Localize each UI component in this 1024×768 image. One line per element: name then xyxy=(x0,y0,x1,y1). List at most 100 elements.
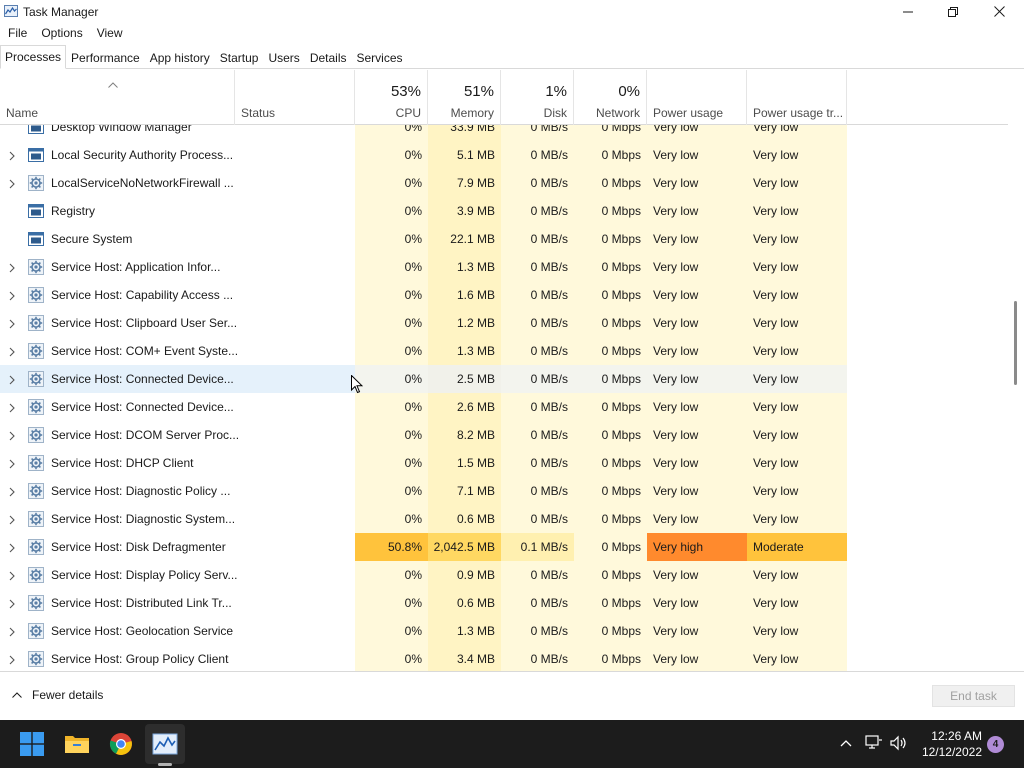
minimize-button[interactable] xyxy=(885,0,931,23)
fewer-details-button[interactable]: Fewer details xyxy=(12,688,103,702)
cell-trend: Very low xyxy=(747,561,847,589)
tab-startup[interactable]: Startup xyxy=(215,46,264,68)
menu-file[interactable]: File xyxy=(0,23,33,43)
service-gear-icon xyxy=(28,371,44,387)
cell-cpu: 0% xyxy=(355,253,428,281)
column-power-header[interactable]: Power usage xyxy=(647,70,747,125)
process-row[interactable]: Service Host: Clipboard User Ser... 0% 1.2… xyxy=(0,309,847,337)
process-row[interactable]: Service Host: DHCP Client 0% 1.5 MB 0 MB/s 0… xyxy=(0,449,847,477)
process-row[interactable]: Service Host: Application Infor... 0% 1.3 … xyxy=(0,253,847,281)
expand-chevron-icon[interactable] xyxy=(8,458,16,469)
network-icon[interactable] xyxy=(865,735,883,751)
cell-trend: Very low xyxy=(747,169,847,197)
tab-performance[interactable]: Performance xyxy=(66,46,145,68)
process-row[interactable]: Service Host: Distributed Link Tr... 0% 0.… xyxy=(0,589,847,617)
tab-processes[interactable]: Processes xyxy=(0,45,67,69)
service-gear-icon xyxy=(28,399,44,415)
process-row[interactable]: Service Host: Display Policy Serv... 0% 0.… xyxy=(0,561,847,589)
cell-power: Very high xyxy=(647,533,747,561)
cell-cpu: 0% xyxy=(355,169,428,197)
expand-chevron-icon[interactable] xyxy=(8,318,16,329)
cell-disk: 0 MB/s xyxy=(501,505,574,533)
disk-total: 1% xyxy=(545,83,567,100)
column-memory-header[interactable]: 51% Memory xyxy=(428,70,501,125)
expand-chevron-icon[interactable] xyxy=(8,486,16,497)
cell-disk: 0 MB/s xyxy=(501,421,574,449)
expand-chevron-icon[interactable] xyxy=(8,598,16,609)
column-cpu-header[interactable]: 53% CPU xyxy=(355,70,428,125)
cell-trend: Very low xyxy=(747,393,847,421)
cell-power: Very low xyxy=(647,281,747,309)
service-gear-icon xyxy=(28,511,44,527)
scrollbar-thumb[interactable] xyxy=(1014,301,1017,385)
process-row[interactable]: Service Host: Disk Defragmenter 50.8% 2,04… xyxy=(0,533,847,561)
restore-button[interactable] xyxy=(930,0,976,23)
process-window-icon xyxy=(28,203,44,219)
menu-options[interactable]: Options xyxy=(33,23,88,43)
cell-cpu: 0% xyxy=(355,337,428,365)
expand-chevron-icon[interactable] xyxy=(8,654,16,665)
file-explorer-button[interactable] xyxy=(61,728,93,760)
expand-chevron-icon[interactable] xyxy=(8,542,16,553)
tab-app-history[interactable]: App history xyxy=(145,46,215,68)
show-hidden-icons-chevron-icon[interactable] xyxy=(840,735,852,751)
expand-chevron-icon[interactable] xyxy=(8,290,16,301)
vertical-scrollbar[interactable] xyxy=(1008,125,1024,671)
clock[interactable]: 12:26 AM 12/12/2022 xyxy=(922,728,982,760)
expand-chevron-icon[interactable] xyxy=(8,430,16,441)
expand-chevron-icon[interactable] xyxy=(8,262,16,273)
expand-chevron-icon[interactable] xyxy=(8,374,16,385)
expand-chevron-icon[interactable] xyxy=(8,514,16,525)
end-task-button[interactable]: End task xyxy=(932,685,1015,707)
tab-users[interactable]: Users xyxy=(263,46,304,68)
process-row[interactable]: Service Host: Connected Device... 0% 2.6 M… xyxy=(0,393,847,421)
process-row[interactable]: Secure System 0% 22.1 MB 0 MB/s 0 Mbps Very l… xyxy=(0,225,847,253)
process-row[interactable]: Service Host: DCOM Server Proc... 0% 8.2 M… xyxy=(0,421,847,449)
column-network-header[interactable]: 0% Network xyxy=(574,70,647,125)
column-name-header[interactable]: Name xyxy=(0,70,235,125)
expand-chevron-icon[interactable] xyxy=(8,570,16,581)
cell-power: Very low xyxy=(647,393,747,421)
process-row[interactable]: Desktop Window Manager 0% 33.9 MB 0 MB/s 0 M… xyxy=(0,125,847,141)
start-button[interactable] xyxy=(16,728,48,760)
cell-net: 0 Mbps xyxy=(574,449,647,477)
column-power-trend-header[interactable]: Power usage tr... xyxy=(747,70,847,125)
column-header: Name Status 53% CPU 51% Memory 1% Disk 0… xyxy=(0,70,1008,125)
cell-trend: Very low xyxy=(747,141,847,169)
cell-mem: 0.9 MB xyxy=(428,561,501,589)
task-manager-taskbar-button[interactable] xyxy=(149,728,181,760)
menu-view[interactable]: View xyxy=(89,23,129,43)
expand-chevron-icon[interactable] xyxy=(8,626,16,637)
cell-power: Very low xyxy=(647,645,747,671)
process-row[interactable]: Service Host: Capability Access ... 0% 1.6… xyxy=(0,281,847,309)
process-row[interactable]: Service Host: Group Policy Client 0% 3.4 M… xyxy=(0,645,847,671)
process-row[interactable]: Service Host: Connected Device... 0% 2.5 M… xyxy=(0,365,847,393)
cell-power: Very low xyxy=(647,225,747,253)
expand-chevron-icon[interactable] xyxy=(8,346,16,357)
column-power-trend-label: Power usage tr... xyxy=(753,106,844,120)
expand-chevron-icon[interactable] xyxy=(8,402,16,413)
service-gear-icon xyxy=(28,427,44,443)
close-button[interactable] xyxy=(976,0,1022,23)
notification-badge[interactable]: 4 xyxy=(987,736,1004,753)
expand-chevron-icon[interactable] xyxy=(8,150,16,161)
process-name: Desktop Window Manager xyxy=(51,125,192,134)
expand-chevron-icon[interactable] xyxy=(8,178,16,189)
cell-trend: Very low xyxy=(747,645,847,671)
process-name: LocalServiceNoNetworkFirewall ... xyxy=(51,176,234,190)
column-status-header[interactable]: Status xyxy=(235,70,355,125)
tab-details[interactable]: Details xyxy=(305,46,352,68)
chrome-button[interactable] xyxy=(105,728,137,760)
process-row[interactable]: Registry 0% 3.9 MB 0 MB/s 0 Mbps Very low Very… xyxy=(0,197,847,225)
process-row[interactable]: Service Host: Diagnostic System... 0% 0.6 … xyxy=(0,505,847,533)
process-row[interactable]: Local Security Authority Process... 0% 5.1… xyxy=(0,141,847,169)
column-disk-header[interactable]: 1% Disk xyxy=(501,70,574,125)
process-row[interactable]: Service Host: Geolocation Service 0% 1.3 M… xyxy=(0,617,847,645)
volume-icon[interactable] xyxy=(890,735,908,751)
tab-services[interactable]: Services xyxy=(352,46,408,68)
process-row[interactable]: Service Host: COM+ Event Syste... 0% 1.3 M… xyxy=(0,337,847,365)
cell-cpu: 0% xyxy=(355,589,428,617)
process-row[interactable]: LocalServiceNoNetworkFirewall ... 0% 7.9 M… xyxy=(0,169,847,197)
process-row[interactable]: Service Host: Diagnostic Policy ... 0% 7.1… xyxy=(0,477,847,505)
cell-cpu: 0% xyxy=(355,505,428,533)
